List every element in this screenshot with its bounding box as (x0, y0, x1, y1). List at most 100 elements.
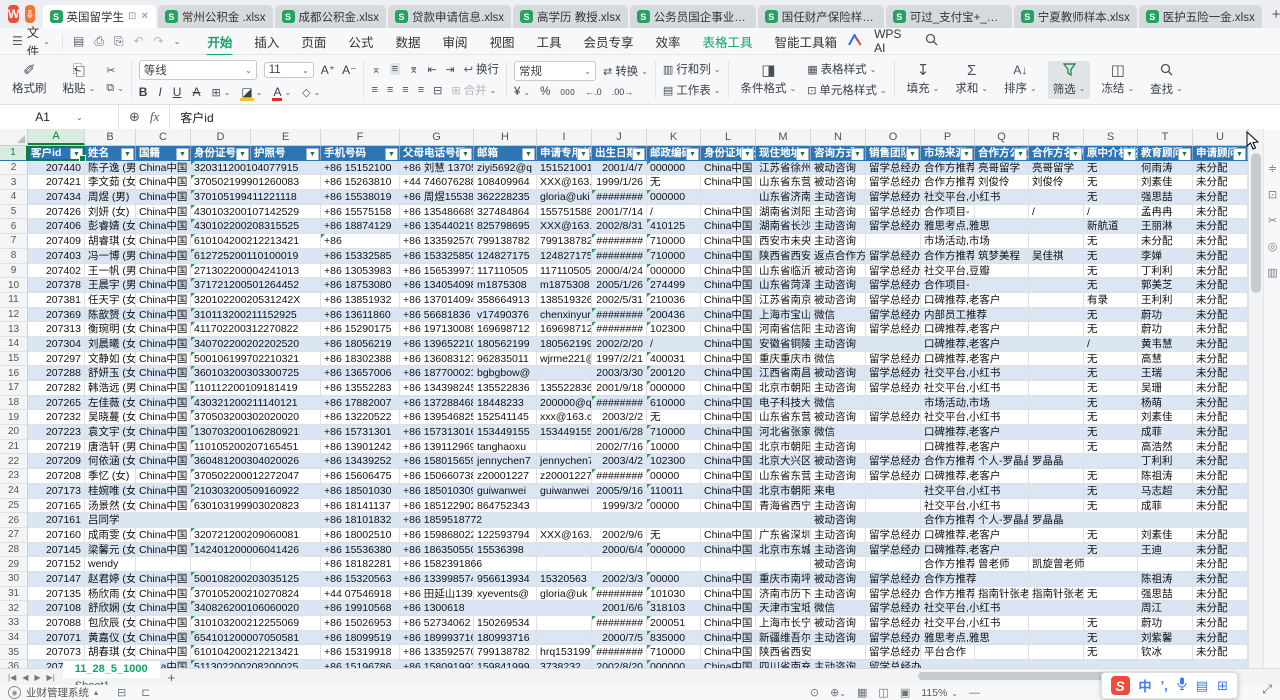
grid-cell[interactable] (1029, 616, 1084, 630)
grid-cell[interactable]: +86 1372884680 (400, 396, 474, 410)
column-header-R[interactable]: R (1029, 129, 1084, 145)
document-tab[interactable]: S公务员国企事业单位 (630, 5, 756, 28)
grid-cell[interactable]: 被动咨询 (811, 616, 866, 630)
row-number[interactable]: 11 (0, 293, 28, 307)
grid-cell[interactable] (866, 234, 921, 248)
grid-cell[interactable]: 胡春琪 (女 (85, 645, 136, 659)
grid-cell[interactable]: 个人-罗晶晶 (975, 454, 1029, 468)
grid-cell[interactable]: bgbgbow@ (474, 366, 537, 380)
grid-cell[interactable]: 湖南省浏阳 (756, 205, 811, 219)
grid-cell[interactable]: 微信 (811, 601, 866, 615)
grid-cell[interactable]: 陈祖涛 (1138, 469, 1193, 483)
grid-cell[interactable]: China中国 (701, 410, 756, 424)
grid-cell[interactable] (474, 513, 537, 527)
grid-cell[interactable]: 15320563 (537, 572, 592, 586)
sum-button[interactable]: Σ 求和⌄ (950, 61, 993, 98)
row-number[interactable]: 16 (0, 366, 28, 380)
grid-cell[interactable]: 湖南省长沙 (756, 219, 811, 233)
grid-cell[interactable]: 西安市未央 (756, 234, 811, 248)
grid-cell[interactable]: 主动咨询 (811, 234, 866, 248)
grid-cell[interactable]: +86 1899937166 (400, 631, 474, 645)
filter-dropdown-icon[interactable]: ▼ (960, 148, 973, 160)
close-tab-icon[interactable]: ✕ (140, 11, 148, 22)
grid-cell[interactable]: 710000 (647, 645, 701, 659)
grid-cell[interactable]: 799138782 (474, 645, 537, 659)
grid-cell[interactable]: 360103200303300725 (191, 366, 251, 380)
grid-cell[interactable]: 留学总经办 (866, 352, 921, 366)
grid-cell[interactable]: jennychen7 (537, 454, 592, 468)
header-cell[interactable]: 国籍▼ (136, 146, 191, 160)
grid-cell[interactable] (1029, 543, 1084, 557)
board-icon[interactable]: ⊟ (117, 686, 126, 699)
grid-cell[interactable]: +44 7460762888 (400, 175, 474, 189)
grid-cell[interactable]: China中国 (136, 396, 191, 410)
grid-cell[interactable]: 主动咨询 (811, 587, 866, 601)
grid-cell[interactable]: 无 (1084, 587, 1138, 601)
grid-cell[interactable]: 135522836 (474, 381, 537, 395)
grid-cell[interactable]: 2001/7/14 (592, 205, 647, 219)
grid-cell[interactable]: 留学总经办 (866, 205, 921, 219)
grid-cell[interactable] (811, 645, 866, 659)
fill-button[interactable]: ↧ 填充⌄ (902, 61, 945, 98)
grid-cell[interactable]: +86 1335925706 (400, 645, 474, 659)
grid-cell[interactable] (537, 616, 592, 630)
grid-cell[interactable]: 刘素佳 (1138, 528, 1193, 542)
column-header-C[interactable]: C (136, 129, 191, 145)
grid-cell[interactable]: 799138782 (537, 234, 592, 248)
grid-cell[interactable]: guiwanwei (537, 484, 592, 498)
grid-cell[interactable]: +86 刘慧 137052 (400, 161, 474, 175)
grid-cell[interactable]: 无 (1084, 484, 1138, 498)
name-box[interactable]: A1 ⌄ (0, 105, 119, 129)
grid-cell[interactable]: m1875308 (537, 278, 592, 292)
formula-input[interactable]: 客户id (169, 105, 213, 129)
grid-cell[interactable] (1029, 366, 1084, 380)
grid-cell[interactable]: 刘晨曦 (女 (85, 337, 136, 351)
grid-cell[interactable]: +86 18874129 (321, 219, 400, 233)
eye-icon[interactable]: ⊙ (810, 686, 819, 699)
grid-cell[interactable]: 1999/3/2 (592, 499, 647, 513)
grid-cell[interactable]: +86 13220522 (321, 410, 400, 424)
grid-cell[interactable] (537, 499, 592, 513)
find-button[interactable]: 查找⌄ (1145, 61, 1188, 99)
column-header-Q[interactable]: Q (975, 129, 1029, 145)
grid-cell[interactable]: China中国 (701, 396, 756, 410)
italic-button[interactable]: I (158, 85, 161, 99)
grid-cell[interactable]: China中国 (136, 484, 191, 498)
grid-cell[interactable]: 黄嘉仪 (女 (85, 631, 136, 645)
grid-cell[interactable]: 罗晶晶 (1029, 513, 1084, 527)
grid-cell[interactable]: China中国 (136, 264, 191, 278)
grid-cell[interactable]: China中国 (136, 293, 191, 307)
grid-cell[interactable] (251, 557, 321, 571)
grid-cell[interactable]: tanghaoxu (474, 440, 537, 454)
grid-cell[interactable]: 未分配 (1193, 440, 1248, 454)
grid-cell[interactable]: +86 18056219 (321, 337, 400, 351)
grid-cell[interactable]: 主动咨询 (811, 499, 866, 513)
grid-cell[interactable]: 被动咨询 (811, 410, 866, 424)
header-cell[interactable]: 申请专用邮箱▼ (537, 146, 592, 160)
ribbon-tab-页面[interactable]: 页面 (290, 29, 337, 54)
grid-cell[interactable]: 310113200211152925 (191, 308, 251, 322)
grid-cell[interactable]: 个人-罗晶晶 (975, 513, 1029, 527)
grid-cell[interactable]: XXX@163.c (537, 528, 592, 542)
grid-cell[interactable]: China中国 (701, 381, 756, 395)
grid-cell[interactable]: 207232 (28, 410, 85, 424)
grid-cell[interactable]: +86 15731301 (321, 425, 400, 439)
vertical-scrollbar-thumb[interactable] (1251, 153, 1261, 293)
grid-cell[interactable] (866, 499, 921, 513)
print-icon[interactable]: ⎙ (94, 34, 104, 49)
grid-cell[interactable] (1193, 660, 1248, 668)
grid-cell[interactable]: 主动咨询 (811, 190, 866, 204)
grid-cell[interactable]: China中国 (136, 572, 191, 586)
grid-cell[interactable] (701, 190, 756, 204)
grid-cell[interactable]: 00000 (647, 499, 701, 513)
ribbon-tab-效率[interactable]: 效率 (645, 29, 692, 54)
header-cell[interactable]: 护照号▼ (251, 146, 321, 160)
docer-icon[interactable]: ⇩ (25, 5, 34, 23)
grid-cell[interactable]: 合作方推荐 (921, 587, 975, 601)
grid-cell[interactable]: 强思喆 (1138, 190, 1193, 204)
grid-cell[interactable]: 无 (1084, 234, 1138, 248)
scissors-panel-icon[interactable]: ✂ (1266, 214, 1279, 227)
grid-cell[interactable]: 153449155 (537, 425, 592, 439)
percent-button[interactable]: % (540, 86, 550, 98)
grid-cell[interactable]: 主动咨询 (811, 278, 866, 292)
